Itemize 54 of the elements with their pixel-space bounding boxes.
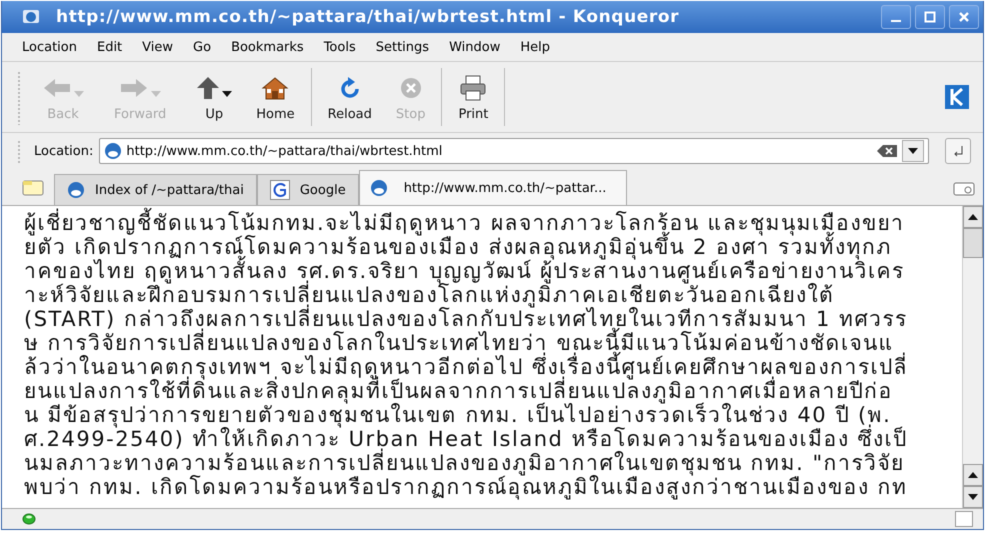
globe-icon bbox=[104, 142, 122, 160]
scroll-up-icon[interactable] bbox=[968, 472, 978, 478]
home-button[interactable]: Home bbox=[244, 72, 307, 122]
menu-item[interactable]: Location bbox=[22, 40, 77, 54]
globe-icon bbox=[67, 181, 85, 199]
tab-close-icon bbox=[953, 180, 975, 196]
history-dropdown[interactable] bbox=[902, 140, 924, 162]
window-title: http://www.mm.co.th/~pattara/thai/wbrtest.html - Konqueror bbox=[56, 7, 680, 27]
menu-item[interactable]: Bookmarks bbox=[231, 40, 304, 54]
location-field[interactable]: http://www.mm.co.th/~pattara/thai/wbrtest.html bbox=[99, 138, 929, 164]
house-icon bbox=[261, 76, 290, 100]
dropdown-caret-icon bbox=[74, 90, 84, 96]
printer-icon bbox=[459, 74, 488, 100]
up-arrow-icon bbox=[196, 76, 220, 100]
up-button[interactable]: Up bbox=[184, 72, 244, 122]
scrollbar-thumb[interactable] bbox=[963, 228, 983, 258]
dropdown-caret-icon bbox=[222, 90, 232, 96]
maximize-icon bbox=[924, 11, 936, 23]
toolbar-grip bbox=[16, 138, 22, 164]
location-label: Location: bbox=[34, 144, 94, 158]
menu-item[interactable]: Edit bbox=[96, 40, 122, 54]
browser-tab[interactable]: http://www.mm.co.th/~pattar... bbox=[358, 170, 628, 205]
browser-tab[interactable]: Google bbox=[256, 174, 359, 205]
clear-icon[interactable] bbox=[876, 144, 898, 158]
dropdown-caret-icon bbox=[151, 90, 162, 96]
minimize-button[interactable] bbox=[881, 5, 911, 29]
browser-tab[interactable]: Index of /~pattara/thai bbox=[54, 174, 257, 205]
status-indicator bbox=[955, 511, 973, 527]
kde-logo-icon bbox=[945, 85, 969, 109]
back-arrow-icon bbox=[42, 76, 72, 98]
forward-arrow-icon bbox=[119, 76, 150, 98]
close-icon bbox=[958, 11, 970, 23]
google-g-icon bbox=[270, 180, 290, 200]
menu-item[interactable]: Settings bbox=[376, 40, 430, 54]
menu-item[interactable]: View bbox=[142, 40, 174, 54]
reload-button[interactable]: Reload bbox=[316, 72, 384, 122]
menu-item[interactable]: Window bbox=[449, 40, 500, 54]
folder-icon bbox=[22, 178, 44, 196]
app-icon bbox=[22, 9, 40, 25]
maximize-button[interactable] bbox=[915, 5, 945, 29]
menu-item[interactable]: Go bbox=[193, 40, 212, 54]
print-button[interactable]: Print bbox=[446, 72, 500, 122]
go-button[interactable] bbox=[945, 138, 971, 164]
menu-item[interactable]: Tools bbox=[324, 40, 356, 54]
caret-icon bbox=[908, 148, 918, 154]
stop-icon bbox=[398, 76, 423, 100]
scroll-down-icon[interactable] bbox=[968, 494, 978, 500]
menu-item[interactable]: Help bbox=[520, 40, 550, 54]
minimize-icon bbox=[891, 20, 901, 22]
close-button[interactable] bbox=[949, 5, 979, 29]
vertical-scrollbar[interactable] bbox=[962, 206, 983, 508]
scroll-up-icon[interactable] bbox=[968, 214, 978, 220]
globe-icon bbox=[370, 179, 388, 197]
toolbar-grip bbox=[16, 69, 22, 125]
